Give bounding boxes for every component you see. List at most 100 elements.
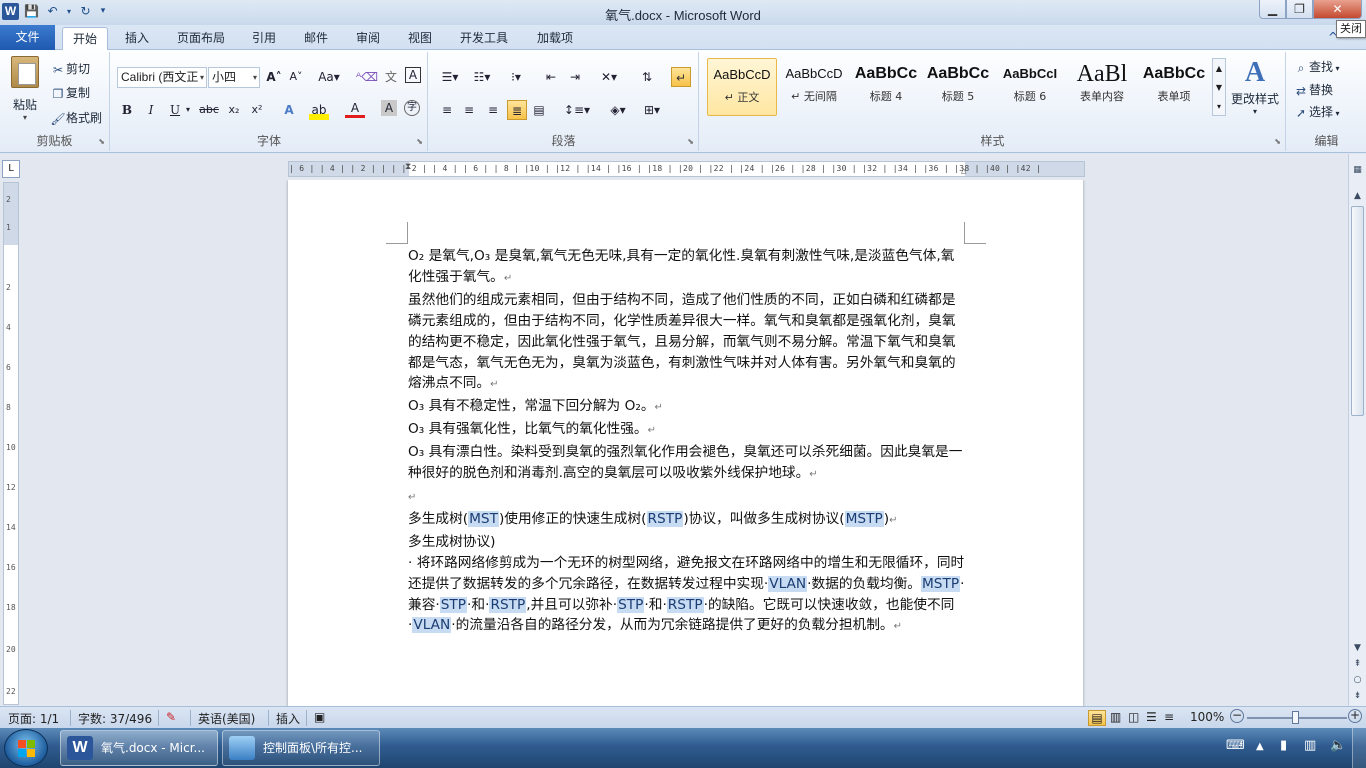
align-center-icon[interactable]: ≡	[459, 100, 479, 120]
cut-button[interactable]: ✂ 剪切	[50, 60, 90, 78]
style-no-spacing[interactable]: AaBbCcD ↵ 无间隔	[779, 58, 849, 116]
zoom-out-button[interactable]: −	[1230, 709, 1244, 723]
distributed-icon[interactable]: ▤	[529, 100, 549, 120]
style-form-item[interactable]: AaBbCc 表单项	[1139, 58, 1209, 116]
indent-marker-icon[interactable]: ⧗	[405, 162, 413, 176]
horizontal-ruler[interactable]: | 6 | | 4 | | 2 | | | | 2 | | 4 | | 6 | …	[288, 161, 1085, 177]
draft-icon[interactable]: ≡	[1164, 710, 1174, 724]
zoom-slider-thumb[interactable]	[1292, 711, 1299, 724]
italic-icon[interactable]: I	[141, 100, 161, 120]
taskbar-item-word[interactable]: W 氧气.docx - Micr...	[60, 730, 218, 766]
paragraph-launcher-icon[interactable]: ⬊	[687, 137, 694, 146]
keyboard-icon[interactable]: ⌨	[1226, 738, 1245, 753]
zoom-level[interactable]: 100%	[1190, 710, 1224, 724]
style-form-content[interactable]: AaBl 表单内容	[1067, 58, 1137, 116]
sort-icon[interactable]: ⇅	[637, 67, 657, 87]
tab-review[interactable]: 审阅	[348, 27, 388, 50]
character-border-icon[interactable]: A	[405, 67, 421, 83]
multilevel-list-icon[interactable]: ⁝▾	[503, 67, 529, 87]
right-indent-marker-icon[interactable]: △	[961, 166, 969, 176]
tab-insert[interactable]: 插入	[116, 27, 158, 50]
font-launcher-icon[interactable]: ⬊	[416, 137, 423, 146]
font-color-icon[interactable]: A	[345, 100, 365, 118]
decrease-indent-icon[interactable]: ⇤	[541, 67, 561, 87]
phonetic-guide-icon[interactable]: 文	[381, 67, 401, 87]
page-count[interactable]: 页面: 1/1	[8, 710, 59, 727]
ruler-toggle-icon[interactable]: ▦	[1349, 162, 1366, 178]
change-case-icon[interactable]: Aa▾	[316, 67, 342, 87]
tab-file[interactable]: 文件	[0, 25, 55, 50]
scroll-up-icon[interactable]: ▲	[1349, 188, 1366, 204]
align-right-icon[interactable]: ≡	[483, 100, 503, 120]
next-page-icon[interactable]: ⇟	[1349, 688, 1366, 704]
shading-icon[interactable]: ◈▾	[605, 100, 631, 120]
line-spacing-icon[interactable]: ↕≡▾	[563, 100, 591, 120]
scroll-down-icon[interactable]: ▼	[1349, 640, 1366, 656]
language[interactable]: 英语(美国)	[198, 710, 255, 727]
increase-indent-icon[interactable]: ⇥	[565, 67, 585, 87]
scroll-thumb[interactable]	[1351, 206, 1364, 416]
paste-button[interactable]: 粘贴 ▾	[8, 56, 42, 126]
chinese-layout-icon[interactable]: ✕▾	[595, 67, 623, 87]
subscript-icon[interactable]: x₂	[224, 100, 244, 120]
character-shading-icon[interactable]: A	[381, 100, 397, 116]
browse-object-icon[interactable]: ○	[1349, 672, 1366, 688]
find-button[interactable]: ⌕ 查找 ▾	[1293, 58, 1340, 76]
justify-icon[interactable]: ≣	[507, 100, 527, 120]
maximize-button[interactable]: ❐	[1286, 0, 1313, 19]
borders-icon[interactable]: ⊞▾	[639, 100, 665, 120]
show-hide-marks-icon[interactable]: ↵	[671, 67, 691, 87]
tray-expand-icon[interactable]: ▲	[1256, 741, 1264, 752]
grow-font-icon[interactable]: A˄	[264, 67, 284, 87]
battery-icon[interactable]: ▮	[1280, 738, 1287, 753]
print-layout-icon[interactable]: ▤	[1088, 710, 1106, 726]
text-effects-icon[interactable]: A	[279, 100, 299, 120]
close-button[interactable]: ✕	[1313, 0, 1362, 19]
tab-addins[interactable]: 加载项	[528, 27, 582, 50]
enclose-characters-icon[interactable]: 字	[404, 100, 420, 116]
tab-page-layout[interactable]: 页面布局	[170, 27, 232, 50]
styles-launcher-icon[interactable]: ⬊	[1274, 137, 1281, 146]
vertical-scrollbar[interactable]: ▦ ▲ ▼ ⇞ ○ ⇟	[1348, 154, 1366, 706]
superscript-icon[interactable]: x²	[247, 100, 267, 120]
zoom-in-button[interactable]: +	[1348, 709, 1362, 723]
taskbar-item-control-panel[interactable]: 控制面板\所有控...	[222, 730, 380, 766]
font-name-combo[interactable]: Calibri (西文正 ▾	[117, 67, 207, 88]
tab-developer[interactable]: 开发工具	[452, 27, 516, 50]
show-desktop-button[interactable]	[1352, 728, 1366, 768]
numbering-icon[interactable]: ☷▾	[469, 67, 495, 87]
underline-dropdown-icon[interactable]: ▾	[183, 100, 193, 120]
full-screen-reading-icon[interactable]: ▥	[1110, 710, 1121, 724]
tab-mailings[interactable]: 邮件	[296, 27, 336, 50]
style-heading-4[interactable]: AaBbCc 标题 4	[851, 58, 921, 116]
web-layout-icon[interactable]: ◫	[1128, 710, 1139, 724]
tab-view[interactable]: 视图	[400, 27, 440, 50]
word-count[interactable]: 字数: 37/496	[78, 710, 152, 727]
select-button[interactable]: ➚ 选择 ▾	[1293, 103, 1340, 121]
shrink-font-icon[interactable]: A˅	[286, 67, 306, 87]
macro-record-icon[interactable]: ▣	[314, 710, 325, 724]
change-styles-button[interactable]: A 更改样式 ▾	[1228, 56, 1282, 116]
outline-icon[interactable]: ☰	[1146, 710, 1157, 724]
strikethrough-icon[interactable]: abc	[199, 100, 219, 120]
font-size-combo[interactable]: 小四 ▾	[208, 67, 260, 88]
format-painter-button[interactable]: 🖌格式刷	[50, 109, 102, 127]
proofing-icon[interactable]: ✎	[166, 710, 176, 724]
tab-home[interactable]: 开始	[62, 27, 108, 50]
tab-references[interactable]: 引用	[244, 27, 284, 50]
previous-page-icon[interactable]: ⇞	[1349, 656, 1366, 672]
copy-button[interactable]: ❐ 复制	[50, 84, 90, 102]
minimize-button[interactable]: ▁	[1259, 0, 1286, 19]
styles-gallery-scroll[interactable]: ▲ ▼ ▾	[1212, 58, 1226, 116]
align-left-icon[interactable]: ≡	[437, 100, 457, 120]
replace-button[interactable]: ⇄ 替换	[1293, 81, 1333, 99]
style-normal[interactable]: AaBbCcD ↵ 正文	[707, 58, 777, 116]
style-heading-6[interactable]: AaBbCcI 标题 6	[995, 58, 1065, 116]
highlight-icon[interactable]: ab	[309, 100, 329, 120]
bullets-icon[interactable]: ☰▾	[437, 67, 463, 87]
style-heading-5[interactable]: AaBbCc 标题 5	[923, 58, 993, 116]
network-icon[interactable]: ▥	[1304, 738, 1316, 753]
underline-icon[interactable]: U	[165, 100, 185, 120]
document-page[interactable]: O₂ 是氧气,O₃ 是臭氧,氧气无色无味,具有一定的氧化性.臭氧有刺激性气味,是…	[288, 180, 1083, 706]
document-body[interactable]: O₂ 是氧气,O₃ 是臭氧,氧气无色无味,具有一定的氧化性.臭氧有刺激性气味,是…	[408, 246, 968, 638]
